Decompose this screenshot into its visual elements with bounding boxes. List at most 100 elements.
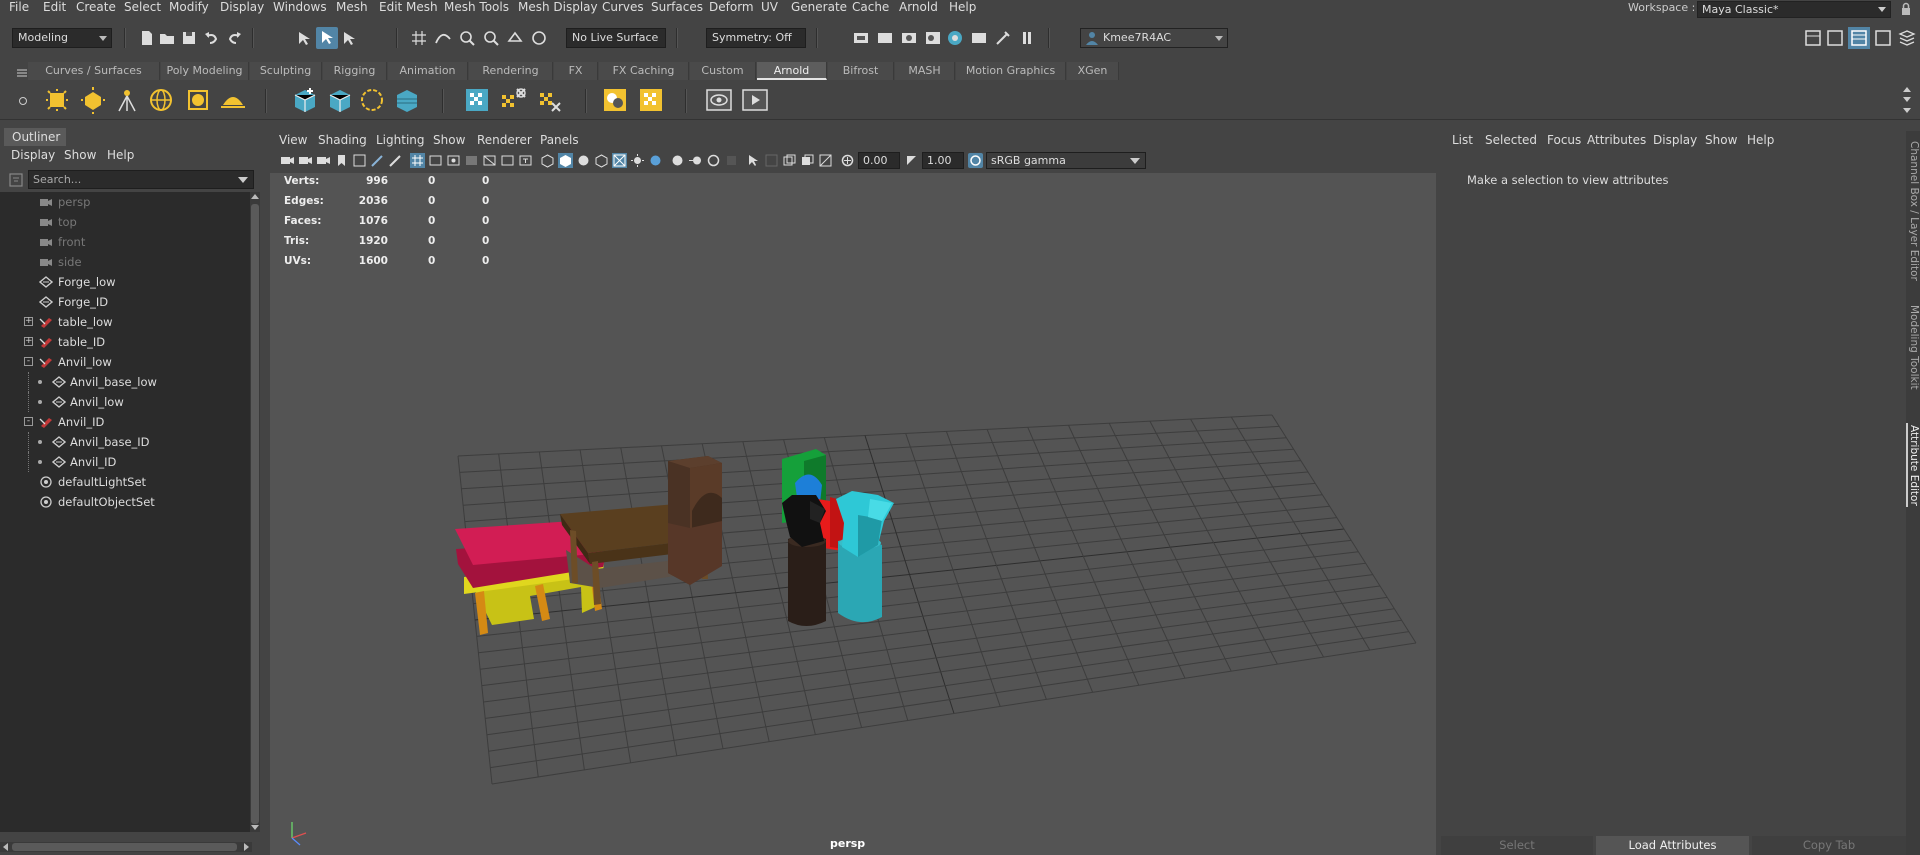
- shadows-icon[interactable]: [648, 153, 663, 168]
- workspace-select[interactable]: Maya Classic*: [1697, 1, 1891, 18]
- export-standin-icon[interactable]: [325, 85, 355, 115]
- outliner-row[interactable]: Forge_ID: [0, 292, 252, 312]
- copy-tab-button[interactable]: Copy Tab: [1752, 836, 1906, 855]
- shelf-tab-fx[interactable]: FX: [554, 62, 598, 80]
- create-standin-icon[interactable]: [290, 85, 320, 115]
- hypershade-icon[interactable]: [924, 29, 942, 47]
- viewport-menu-show[interactable]: Show: [433, 133, 465, 147]
- mesh-light-icon[interactable]: [78, 85, 108, 115]
- color-management-icon[interactable]: [968, 153, 983, 168]
- snap-to-point-icon[interactable]: [458, 29, 476, 47]
- x-ray-icon[interactable]: [764, 153, 779, 168]
- outliner-row[interactable]: defaultLightSet: [0, 472, 252, 492]
- lock-icon[interactable]: [1900, 2, 1912, 15]
- menu-help[interactable]: Help: [946, 0, 979, 15]
- mode-select[interactable]: Modeling: [12, 28, 112, 48]
- show-hide-character-controls-icon[interactable]: [1826, 29, 1844, 47]
- safe-title-icon[interactable]: [518, 153, 533, 168]
- menu-windows[interactable]: Windows: [270, 0, 330, 15]
- x-ray-active-components-icon[interactable]: [782, 153, 797, 168]
- filter-icon[interactable]: [8, 172, 24, 188]
- select-camera-icon[interactable]: [280, 153, 295, 168]
- tab-channel-box-layer-editor[interactable]: Channel Box / Layer Editor: [1906, 141, 1920, 281]
- x-ray-joints-icon[interactable]: [800, 153, 815, 168]
- save-scene-icon[interactable]: [180, 29, 198, 47]
- screen-space-ao-icon[interactable]: [670, 153, 685, 168]
- outliner-row[interactable]: side: [0, 252, 252, 272]
- image-plane-icon[interactable]: [352, 153, 367, 168]
- expand-icon[interactable]: +: [24, 337, 33, 346]
- lights-manager-icon[interactable]: [636, 85, 666, 115]
- menu-select[interactable]: Select: [121, 0, 164, 15]
- menu-uv[interactable]: UV: [758, 0, 781, 15]
- menu-display[interactable]: Display: [217, 0, 267, 15]
- shelf-tab-rigging[interactable]: Rigging: [323, 62, 387, 80]
- shelf-tab-motion-graphics[interactable]: Motion Graphics: [956, 62, 1066, 80]
- default-material-icon[interactable]: [576, 153, 591, 168]
- smooth-shade-icon[interactable]: [558, 153, 573, 168]
- photometric-light-icon[interactable]: [112, 85, 142, 115]
- viewport-menu-view[interactable]: View: [279, 133, 307, 147]
- live-surface-field[interactable]: No Live Surface: [566, 28, 666, 48]
- collapse-icon[interactable]: -: [24, 357, 33, 366]
- render-preview-icon[interactable]: [704, 85, 734, 115]
- menu-generate[interactable]: Generate: [788, 0, 850, 15]
- attr-menu-help[interactable]: Help: [1747, 133, 1774, 147]
- attr-menu-display[interactable]: Display: [1653, 133, 1697, 147]
- menu-create[interactable]: Create: [73, 0, 119, 15]
- viewport-menu-shading[interactable]: Shading: [318, 133, 367, 147]
- menu-curves[interactable]: Curves: [599, 0, 647, 15]
- shelf-tab-rendering[interactable]: Rendering: [469, 62, 553, 80]
- select-by-component-icon[interactable]: [316, 27, 338, 49]
- bookmark-icon[interactable]: [334, 153, 349, 168]
- outliner-row[interactable]: defaultObjectSet: [0, 492, 252, 512]
- use-all-lights-icon[interactable]: [630, 153, 645, 168]
- menu-arnold[interactable]: Arnold: [896, 0, 941, 15]
- outliner-search-input[interactable]: Search...: [28, 170, 254, 189]
- shelf-tab-custom[interactable]: Custom: [690, 62, 756, 80]
- scroll-right-icon[interactable]: [243, 843, 251, 851]
- curvature-icon[interactable]: [392, 85, 422, 115]
- wireframe-on-shaded-icon[interactable]: [594, 153, 609, 168]
- camera-attributes-icon[interactable]: [298, 153, 313, 168]
- outliner-row[interactable]: + table_ID: [0, 332, 252, 352]
- scrollbar-thumb[interactable]: [251, 204, 259, 824]
- redo-icon[interactable]: [226, 29, 244, 47]
- attr-menu-show[interactable]: Show: [1705, 133, 1737, 147]
- flush-texture-cache-icon[interactable]: [498, 85, 528, 115]
- viewport-menu-lighting[interactable]: Lighting: [376, 133, 425, 147]
- attr-menu-attributes[interactable]: Attributes: [1587, 133, 1646, 147]
- gate-mask-icon[interactable]: [464, 153, 479, 168]
- menu-deform[interactable]: Deform: [706, 0, 757, 15]
- color-space-select[interactable]: sRGB gamma: [986, 152, 1146, 169]
- snap-to-view-plane-icon[interactable]: [506, 29, 524, 47]
- shelf-tab-xgen[interactable]: XGen: [1067, 62, 1119, 80]
- shelf-tab-fx-caching[interactable]: FX Caching: [599, 62, 689, 80]
- menu-file[interactable]: File: [6, 0, 32, 15]
- scroll-down-icon[interactable]: [251, 824, 259, 832]
- attr-menu-selected[interactable]: Selected: [1485, 133, 1537, 147]
- field-chart-icon[interactable]: [482, 153, 497, 168]
- show-hide-modeling-toolkit-icon[interactable]: [1804, 29, 1822, 47]
- 2d-pan-zoom-icon[interactable]: [370, 153, 385, 168]
- attr-menu-list[interactable]: List: [1452, 133, 1473, 147]
- viewport-menu-renderer[interactable]: Renderer: [477, 133, 532, 147]
- outliner-row[interactable]: top: [0, 212, 252, 232]
- film-gate-icon[interactable]: [428, 153, 443, 168]
- make-live-icon[interactable]: [530, 29, 548, 47]
- shelf-scroll-down-icon[interactable]: [1902, 96, 1912, 104]
- shelf-tab-arnold[interactable]: Arnold: [757, 62, 827, 80]
- playblast-icon[interactable]: [740, 85, 770, 115]
- outliner-horizontal-scrollbar[interactable]: [0, 842, 252, 852]
- collapse-icon[interactable]: -: [24, 417, 33, 426]
- shelf-tab-sculpting[interactable]: Sculpting: [250, 62, 322, 80]
- scrollbar-thumb[interactable]: [12, 843, 237, 851]
- show-hide-channel-box-icon[interactable]: [1898, 29, 1916, 47]
- outliner-row[interactable]: Anvil_low: [0, 392, 252, 412]
- textured-icon[interactable]: [612, 153, 627, 168]
- outliner-row[interactable]: Anvil_ID: [0, 452, 252, 472]
- grid-toggle-icon[interactable]: [410, 153, 425, 168]
- scroll-up-icon[interactable]: [251, 192, 259, 200]
- outliner-tab[interactable]: Outliner: [4, 128, 66, 146]
- 3d-viewport[interactable]: Verts: 996 0 0 Edges: 2036 0 0 Faces: 10…: [270, 173, 1436, 855]
